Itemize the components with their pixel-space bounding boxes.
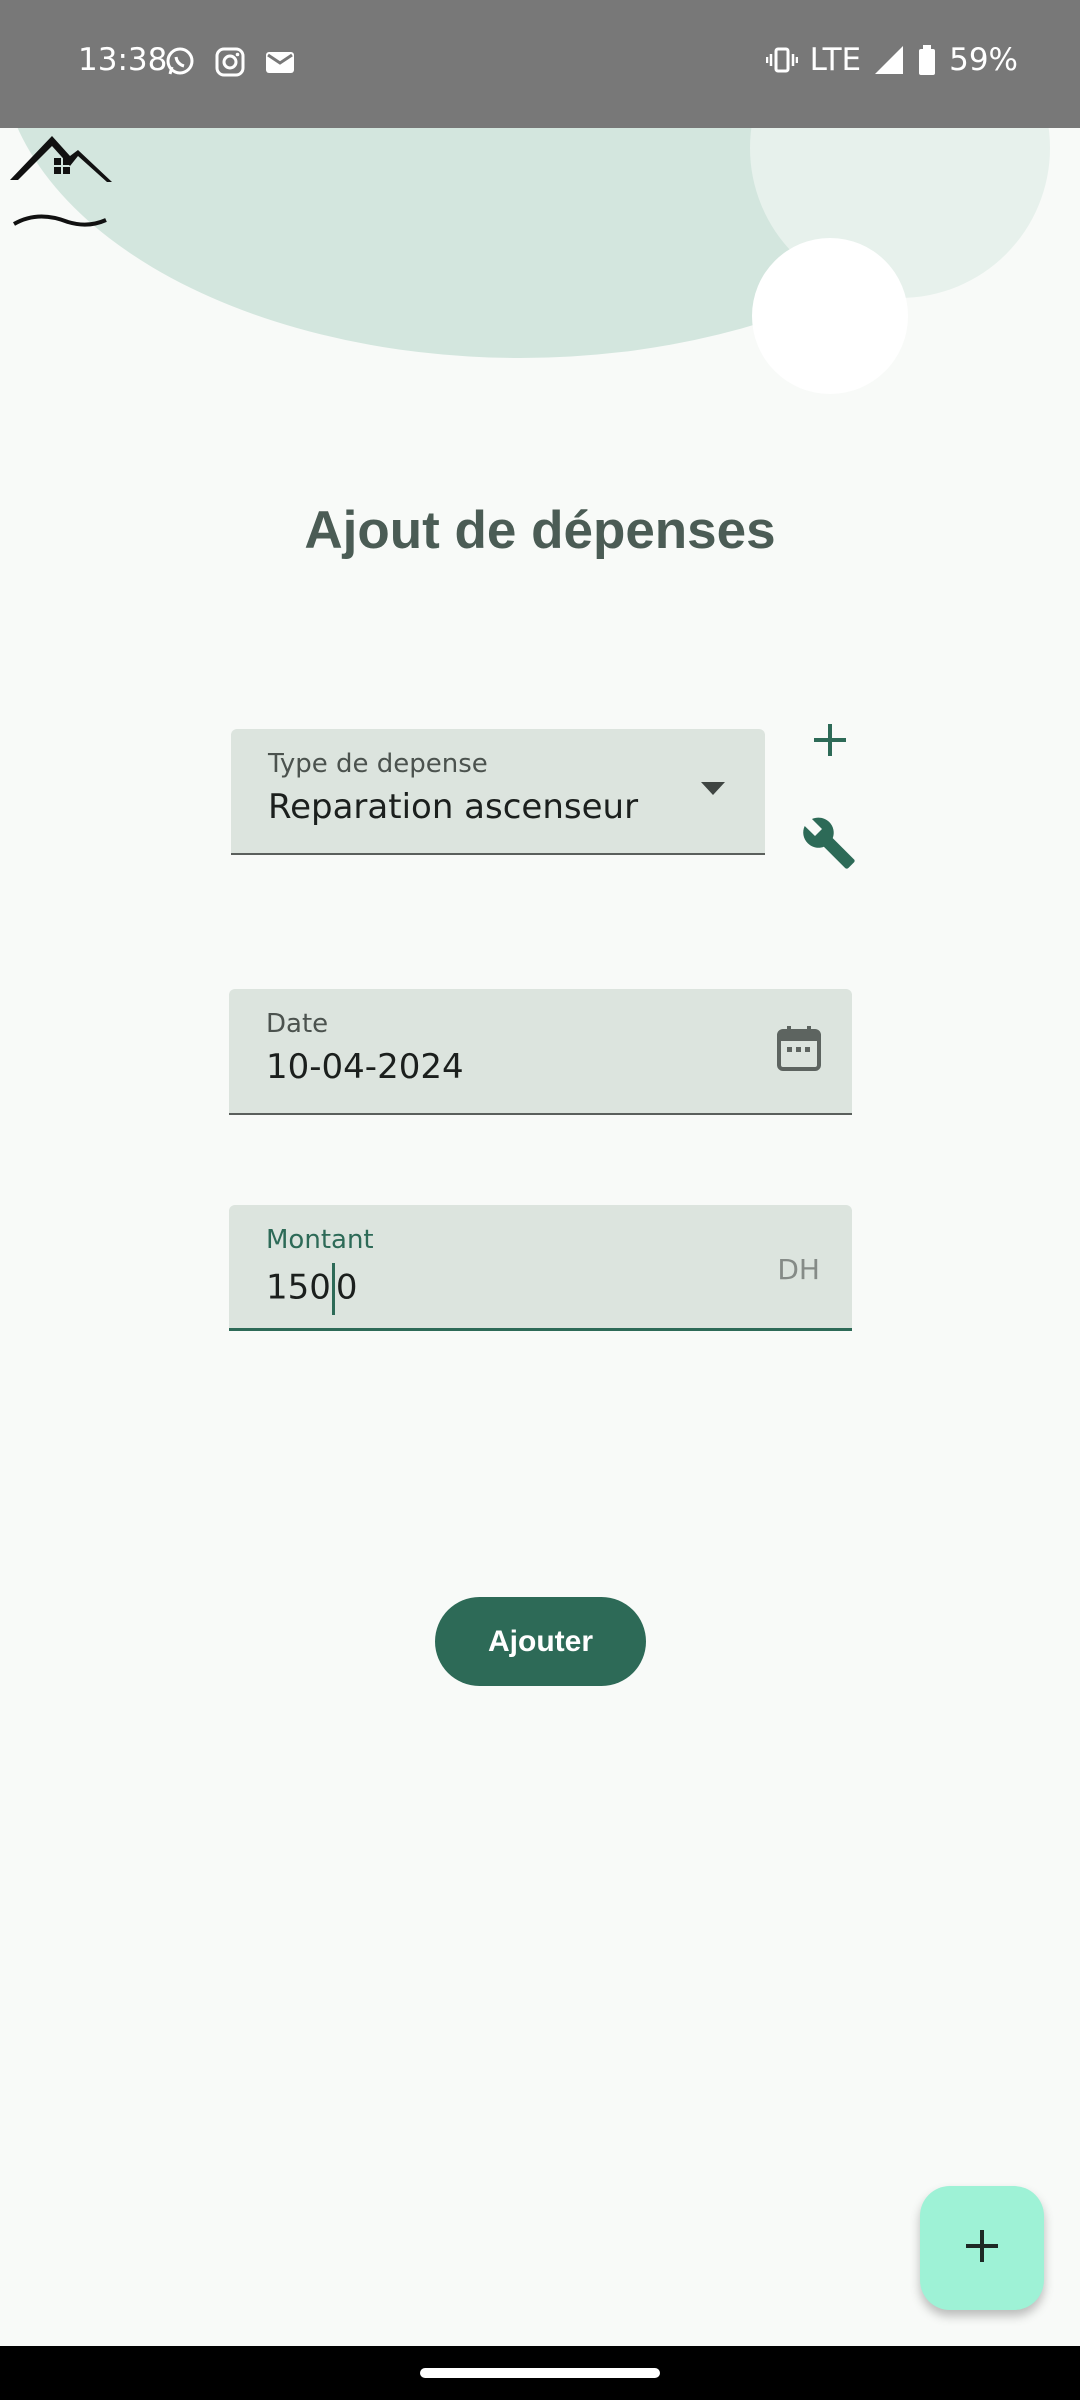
system-nav-bar — [0, 2346, 1080, 2400]
app-logo — [8, 130, 112, 238]
home-gesture-handle[interactable] — [420, 2368, 660, 2378]
status-bar: 13:38 LTE 59% — [0, 0, 1080, 128]
plus-icon — [810, 720, 850, 764]
battery-percent: 59% — [949, 42, 1018, 78]
plus-icon — [962, 2226, 1002, 2270]
vibrate-icon — [765, 44, 798, 76]
expense-type-value: Reparation ascenseur — [268, 787, 639, 827]
add-button[interactable]: Ajouter — [435, 1597, 646, 1686]
fab-add-button[interactable] — [920, 2186, 1044, 2310]
battery-icon — [917, 44, 937, 76]
wrench-icon — [801, 815, 857, 875]
dropdown-arrow-icon — [701, 781, 725, 800]
currency-suffix: DH — [777, 1253, 820, 1286]
manage-expense-types-button[interactable] — [796, 812, 862, 878]
header-decoration — [0, 128, 1080, 428]
mail-icon — [264, 46, 296, 78]
network-type: LTE — [809, 42, 862, 78]
amount-text-after-cursor: 0 — [335, 1267, 358, 1308]
expense-type-label: Type de depense — [268, 749, 488, 779]
status-time: 13:38 — [78, 42, 168, 78]
page-title: Ajout de dépenses — [304, 501, 776, 560]
amount-label: Montant — [266, 1225, 374, 1255]
calendar-icon[interactable] — [776, 1025, 822, 1077]
instagram-icon — [214, 46, 246, 78]
signal-icon — [873, 44, 905, 76]
date-field[interactable]: Date 10-04-2024 — [229, 989, 852, 1115]
add-expense-type-button[interactable] — [800, 712, 860, 772]
expense-type-dropdown[interactable]: Type de depense Reparation ascenseur — [231, 729, 765, 855]
amount-field[interactable]: Montant 150 0 DH — [229, 1205, 852, 1331]
date-label: Date — [266, 1009, 329, 1039]
date-value: 10-04-2024 — [266, 1047, 464, 1087]
whatsapp-icon — [164, 46, 196, 78]
amount-value[interactable]: 150 0 — [266, 1263, 358, 1315]
text-cursor — [331, 1263, 335, 1315]
amount-text-before-cursor: 150 — [266, 1267, 331, 1308]
